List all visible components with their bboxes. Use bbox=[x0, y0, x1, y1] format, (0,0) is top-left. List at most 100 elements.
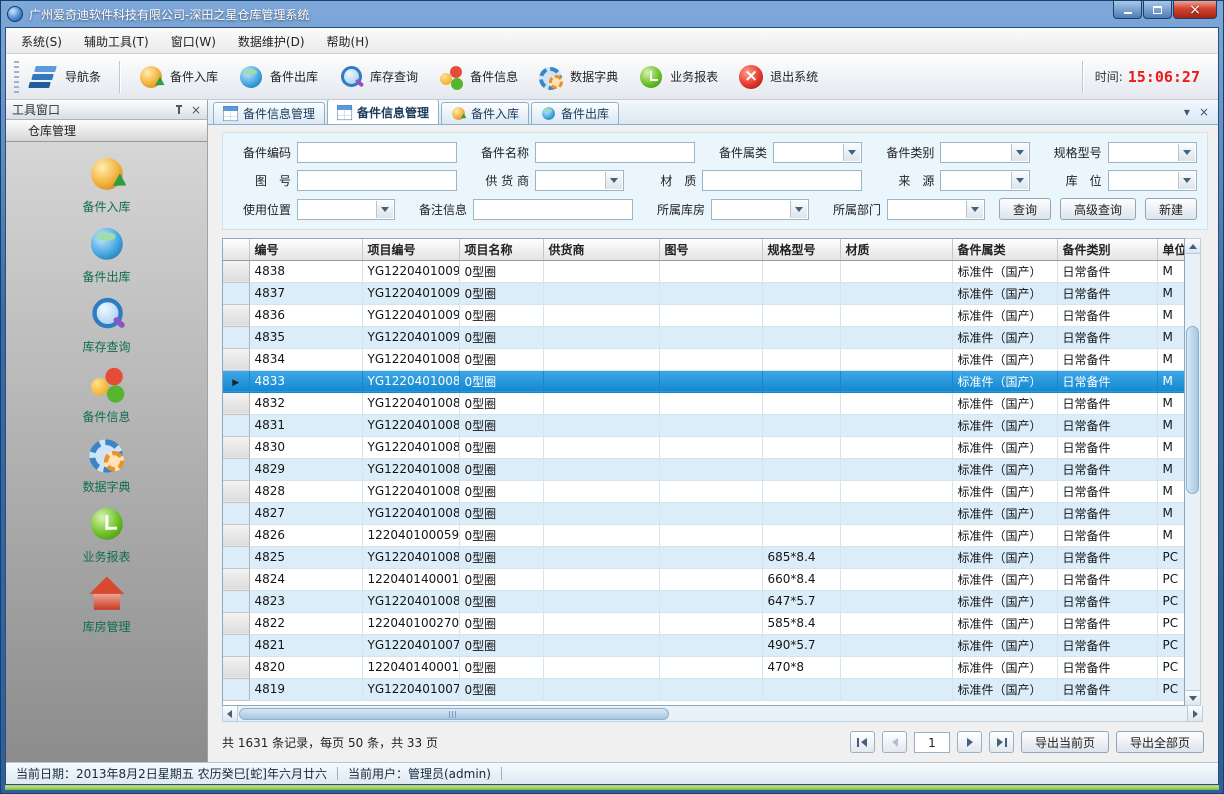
horizontal-scroll-thumb[interactable] bbox=[239, 708, 669, 720]
spec-model-select[interactable] bbox=[1108, 142, 1197, 163]
tab-parts-info-mgmt-2[interactable]: 备件信息管理 bbox=[327, 100, 439, 124]
scroll-down-icon[interactable] bbox=[1185, 690, 1200, 705]
toolbar-button-parts-info[interactable]: 备件信息 bbox=[429, 59, 527, 95]
part-type-select[interactable] bbox=[940, 142, 1029, 163]
table-row[interactable]: 4821YG122040100790型圈490*5.7标准件（国产）日常备件PC bbox=[223, 634, 1185, 656]
scroll-left-icon[interactable] bbox=[223, 706, 238, 721]
table-row[interactable]: 4834YG122040100890型圈标准件（国产）日常备件M bbox=[223, 348, 1185, 370]
drawing-no-input[interactable] bbox=[297, 170, 457, 191]
source-select[interactable] bbox=[940, 170, 1029, 191]
part-code-input[interactable] bbox=[297, 142, 457, 163]
table-row[interactable]: 4827YG122040100820型圈标准件（国产）日常备件M bbox=[223, 502, 1185, 524]
column-header[interactable]: 编号 bbox=[249, 239, 362, 260]
part-name-input[interactable] bbox=[535, 142, 695, 163]
first-page-button[interactable] bbox=[850, 731, 875, 753]
table-row[interactable]: 4825YG122040100810型圈685*8.4标准件（国产）日常备件PC bbox=[223, 546, 1185, 568]
table-row[interactable]: 4836YG122040100910型圈标准件（国产）日常备件M bbox=[223, 304, 1185, 326]
menu-item-3[interactable]: 数据维护(D) bbox=[227, 28, 316, 53]
table-row[interactable]: 482012204014000130型圈470*8标准件（国产）日常备件PC bbox=[223, 656, 1185, 678]
tab-parts-info-mgmt-1[interactable]: 备件信息管理 bbox=[213, 102, 325, 124]
table-row[interactable]: 4835YG122040100900型圈标准件（国产）日常备件M bbox=[223, 326, 1185, 348]
table-row[interactable]: 4828YG122040100830型圈标准件（国产）日常备件M bbox=[223, 480, 1185, 502]
part-category-select[interactable] bbox=[773, 142, 862, 163]
table-row[interactable]: 4823YG122040100800型圈647*5.7标准件（国产）日常备件PC bbox=[223, 590, 1185, 612]
toolbar-button-exit[interactable]: 退出系统 bbox=[729, 59, 827, 95]
advanced-query-button[interactable]: 高级查询 bbox=[1060, 198, 1136, 220]
toolbar-button-stock-query[interactable]: 库存查询 bbox=[329, 59, 427, 95]
last-page-button[interactable] bbox=[989, 731, 1014, 753]
maximize-button[interactable] bbox=[1143, 1, 1172, 19]
menu-item-4[interactable]: 帮助(H) bbox=[316, 28, 380, 53]
table-row[interactable]: 4832YG122040100870型圈标准件（国产）日常备件M bbox=[223, 392, 1185, 414]
next-page-button[interactable] bbox=[957, 731, 982, 753]
column-header[interactable]: 项目编号 bbox=[362, 239, 459, 260]
table-row[interactable]: 4838YG122040100930型圈标准件（国产）日常备件M bbox=[223, 260, 1185, 282]
sidebar-item-parts-in[interactable]: 备件入库 bbox=[6, 150, 207, 220]
column-header[interactable]: 备件属类 bbox=[952, 239, 1057, 260]
prev-page-button[interactable] bbox=[882, 731, 907, 753]
scroll-up-icon[interactable] bbox=[1185, 239, 1200, 254]
chevron-down-icon[interactable] bbox=[376, 201, 393, 218]
toolbar-button-data-dict[interactable]: 数据字典 bbox=[529, 59, 627, 95]
department-select[interactable] bbox=[887, 199, 985, 220]
chevron-down-icon[interactable] bbox=[966, 201, 983, 218]
sidebar-item-parts-info[interactable]: 备件信息 bbox=[6, 360, 207, 430]
column-header[interactable]: 项目名称 bbox=[459, 239, 543, 260]
table-row[interactable]: 4833YG122040100880型圈标准件（国产）日常备件M bbox=[223, 370, 1185, 392]
column-header[interactable]: 规格型号 bbox=[762, 239, 840, 260]
toolbar-button-report[interactable]: 业务报表 bbox=[629, 59, 727, 95]
minimize-button[interactable] bbox=[1113, 1, 1142, 19]
query-button[interactable]: 查询 bbox=[999, 198, 1051, 220]
toolbar-button-parts-in[interactable]: 备件入库 bbox=[129, 59, 227, 95]
table-row[interactable]: 4819YG122040100780型圈标准件（国产）日常备件PC bbox=[223, 678, 1185, 700]
menu-item-0[interactable]: 系统(S) bbox=[10, 28, 73, 53]
table-row[interactable]: 482412204014000120型圈660*8.4标准件（国产）日常备件PC bbox=[223, 568, 1185, 590]
use-position-select[interactable] bbox=[297, 199, 395, 220]
sidebar-group-header[interactable]: 仓库管理 bbox=[6, 120, 207, 142]
export-current-page-button[interactable]: 导出当前页 bbox=[1021, 731, 1109, 753]
chevron-down-icon[interactable] bbox=[1011, 172, 1028, 189]
table-row[interactable]: 4829YG122040100840型圈标准件（国产）日常备件M bbox=[223, 458, 1185, 480]
tab-list-icon[interactable]: ▾ bbox=[1184, 105, 1190, 119]
vertical-scroll-thumb[interactable] bbox=[1186, 326, 1199, 494]
close-panel-icon[interactable]: × bbox=[191, 104, 201, 116]
location-select[interactable] bbox=[1108, 170, 1197, 191]
sidebar-item-stock-query[interactable]: 库存查询 bbox=[6, 290, 207, 360]
menu-item-2[interactable]: 窗口(W) bbox=[160, 28, 227, 53]
table-row[interactable]: 4837YG122040100920型圈标准件（国产）日常备件M bbox=[223, 282, 1185, 304]
chevron-down-icon[interactable] bbox=[605, 172, 622, 189]
chevron-down-icon[interactable] bbox=[1011, 144, 1028, 161]
toolbar-button-nav[interactable]: 导航条 bbox=[24, 59, 110, 95]
supplier-select[interactable] bbox=[535, 170, 624, 191]
close-tab-icon[interactable]: × bbox=[1199, 105, 1209, 119]
export-all-pages-button[interactable]: 导出全部页 bbox=[1116, 731, 1204, 753]
tab-parts-in[interactable]: 备件入库 bbox=[441, 102, 529, 124]
page-number-input[interactable]: 1 bbox=[914, 732, 950, 753]
close-button[interactable]: × bbox=[1173, 1, 1217, 19]
new-button[interactable]: 新建 bbox=[1145, 198, 1197, 220]
horizontal-scrollbar[interactable] bbox=[222, 706, 1203, 722]
sidebar-item-data-dict[interactable]: 数据字典 bbox=[6, 430, 207, 500]
pin-icon[interactable] bbox=[174, 104, 184, 116]
toolbar-button-parts-out[interactable]: 备件出库 bbox=[229, 59, 327, 95]
chevron-down-icon[interactable] bbox=[790, 201, 807, 218]
column-header[interactable]: 备件类别 bbox=[1057, 239, 1157, 260]
chevron-down-icon[interactable] bbox=[843, 144, 860, 161]
warehouse-select[interactable] bbox=[711, 199, 809, 220]
table-row[interactable]: 4830YG122040100850型圈标准件（国产）日常备件M bbox=[223, 436, 1185, 458]
table-row[interactable]: 4831YG122040100860型圈标准件（国产）日常备件M bbox=[223, 414, 1185, 436]
table-row[interactable]: 482612204010005990型圈标准件（国产）日常备件M bbox=[223, 524, 1185, 546]
sidebar-item-parts-out[interactable]: 备件出库 bbox=[6, 220, 207, 290]
row-indicator-header[interactable] bbox=[223, 239, 249, 260]
sidebar-item-warehouse[interactable]: 库房管理 bbox=[6, 570, 207, 640]
chevron-down-icon[interactable] bbox=[1178, 172, 1195, 189]
material-input[interactable] bbox=[702, 170, 862, 191]
column-header[interactable]: 材质 bbox=[840, 239, 952, 260]
column-header[interactable]: 供货商 bbox=[543, 239, 659, 260]
tab-parts-out[interactable]: 备件出库 bbox=[531, 102, 619, 124]
column-header[interactable]: 单位 bbox=[1157, 239, 1185, 260]
menu-item-1[interactable]: 辅助工具(T) bbox=[73, 28, 160, 53]
toolbar-grip[interactable] bbox=[14, 61, 19, 93]
sidebar-item-report[interactable]: 业务报表 bbox=[6, 500, 207, 570]
column-header[interactable]: 图号 bbox=[659, 239, 762, 260]
